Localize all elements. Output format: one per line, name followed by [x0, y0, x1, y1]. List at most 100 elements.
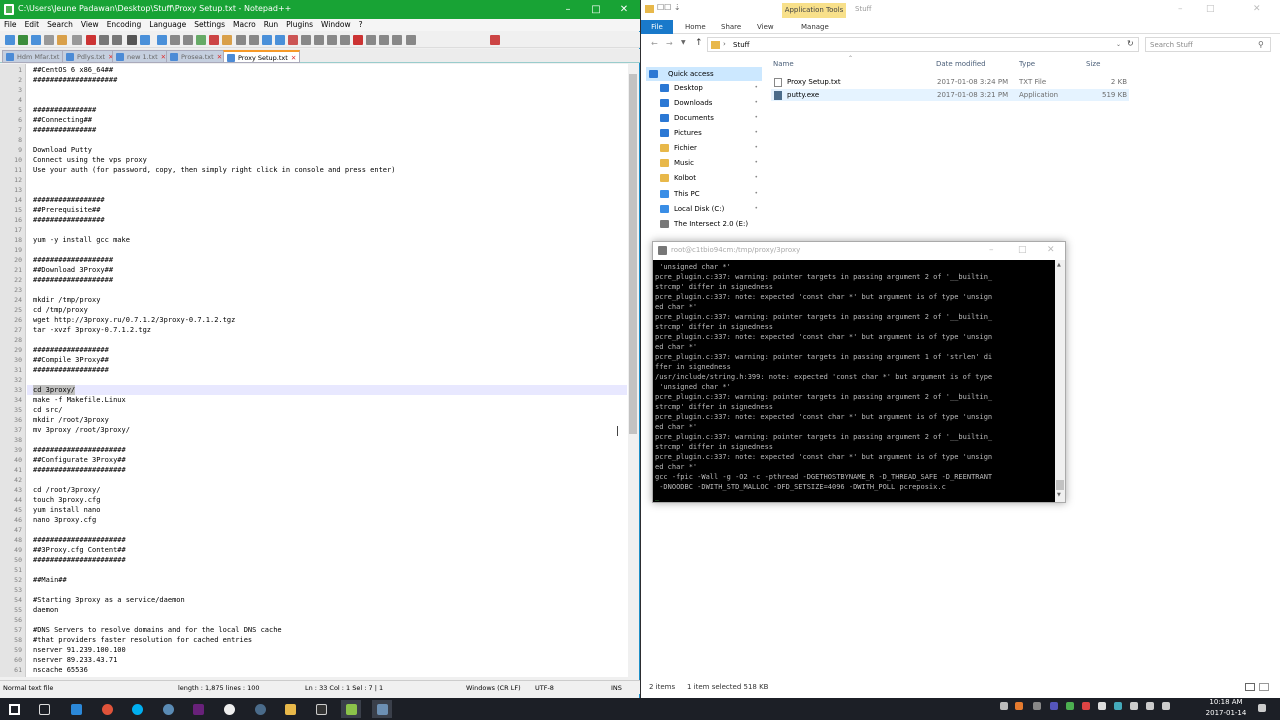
code-line[interactable]: mkdir /root/3proxy [33, 415, 109, 425]
code-line[interactable]: nserver 89.233.43.71 [33, 655, 117, 665]
menu-item[interactable]: Plugins [282, 19, 317, 29]
toolbar-button-icon[interactable] [340, 35, 350, 45]
code-line[interactable]: ############### [33, 105, 96, 115]
tiles-view-icon[interactable] [1259, 683, 1269, 691]
search-icon[interactable]: ⚲ [1258, 40, 1264, 49]
obs-icon[interactable] [219, 700, 239, 718]
back-arrow-icon[interactable]: ← [651, 39, 658, 48]
scroll-down-icon[interactable]: ▼ [1057, 492, 1061, 498]
notepadpp-taskbar-icon[interactable] [341, 700, 361, 718]
putty-scroll-thumb[interactable] [1056, 480, 1064, 490]
ribbon-tab-manage[interactable]: Manage [801, 23, 829, 31]
code-line[interactable]: cd 3proxy/ [33, 385, 76, 395]
toolbar-button-icon[interactable] [18, 35, 28, 45]
maximize-icon[interactable]: □ [582, 0, 610, 19]
menu-item[interactable]: View [77, 19, 103, 29]
toolbar-button-icon[interactable] [99, 35, 109, 45]
nav-item[interactable]: Documents • [646, 111, 762, 125]
network-icon[interactable] [1130, 702, 1138, 710]
nav-item[interactable]: Desktop • [646, 81, 762, 95]
recent-dropdown-icon[interactable]: ▼ [681, 39, 686, 46]
putty-taskbar-icon[interactable] [372, 700, 392, 718]
code-line[interactable]: Use your auth (for password, copy, then … [33, 165, 395, 175]
toolbar-button-icon[interactable] [379, 35, 389, 45]
mail-icon[interactable] [66, 700, 86, 718]
code-line[interactable]: #Starting 3proxy as a service/daemon [33, 595, 185, 605]
ribbon-tab-home[interactable]: Home [685, 23, 706, 31]
code-line[interactable]: cd /root/3proxy/ [33, 485, 100, 495]
toolbar-button-icon[interactable] [209, 35, 219, 45]
toolbar-button-icon[interactable] [236, 35, 246, 45]
tray-app-icon[interactable] [1082, 702, 1090, 710]
toolbar-button-icon[interactable] [288, 35, 298, 45]
code-line[interactable]: touch 3proxy.cfg [33, 495, 100, 505]
code-line[interactable]: ################## [33, 365, 109, 375]
code-line[interactable]: nano 3proxy.cfg [33, 515, 96, 525]
code-line[interactable]: ##Configurate 3Proxy## [33, 455, 126, 465]
ribbon-tab-view[interactable]: View [757, 23, 774, 31]
code-line[interactable]: ################### [33, 255, 113, 265]
code-line[interactable]: ################### [33, 275, 113, 285]
volume-icon[interactable] [1146, 702, 1154, 710]
file-explorer-icon[interactable] [280, 700, 300, 718]
toolbar-button-icon[interactable] [57, 35, 67, 45]
close-tab-icon[interactable]: ✕ [217, 53, 222, 61]
ime-icon[interactable] [1162, 702, 1170, 710]
nav-item[interactable]: Quick access [646, 67, 762, 81]
putty-window[interactable]: root@c1tbio94cm:/tmp/proxy/3proxy – □ ✕ … [652, 241, 1066, 503]
ribbon-tab-share[interactable]: Share [721, 23, 741, 31]
nav-item[interactable]: Music • [646, 156, 762, 170]
code-line[interactable]: cd /tmp/proxy [33, 305, 88, 315]
close-icon[interactable]: ✕ [1253, 4, 1261, 14]
nav-item[interactable]: Fichier • [646, 141, 762, 155]
code-line[interactable]: cd src/ [33, 405, 63, 415]
code-line[interactable]: ###################### [33, 445, 126, 455]
pin-icon[interactable]: • [754, 81, 758, 95]
nav-item[interactable]: Pictures • [646, 126, 762, 140]
code-line[interactable]: Download Putty [33, 145, 92, 155]
skype-icon[interactable] [127, 700, 147, 718]
menu-item[interactable]: ? [355, 19, 367, 29]
nav-item[interactable]: The Intersect 2.0 (E:) [646, 217, 762, 231]
code-line[interactable]: #DNS Servers to resolve domains and for … [33, 625, 282, 635]
file-tab[interactable]: Proxy Setup.txt ✕ [223, 50, 301, 63]
menu-item[interactable]: Language [145, 19, 190, 29]
pin-icon[interactable]: • [754, 126, 758, 140]
up-arrow-icon[interactable]: ↑ [695, 38, 703, 48]
menu-item[interactable]: File [0, 19, 21, 29]
menu-item[interactable]: Window [317, 19, 355, 29]
code-line[interactable]: #################### [33, 75, 117, 85]
refresh-icon[interactable]: ↻ [1127, 39, 1134, 48]
pin-icon[interactable]: • [754, 96, 758, 110]
putty-terminal[interactable]: 'unsigned char *' pcre_plugin.c:337: warn… [653, 260, 1055, 502]
nav-item[interactable]: This PC • [646, 187, 762, 201]
context-tab-application-tools[interactable]: Application Tools [782, 3, 846, 18]
code-line[interactable]: tar -xvzf 3proxy-0.7.1.2.tgz [33, 325, 151, 335]
tray-app-icon[interactable] [1098, 702, 1106, 710]
code-line[interactable]: nscache 65536 [33, 665, 88, 675]
code-line[interactable]: ################## [33, 345, 109, 355]
code-line[interactable]: ##3Proxy.cfg Content## [33, 545, 126, 555]
task-view-icon[interactable] [34, 700, 54, 718]
code-line[interactable]: ################# [33, 215, 105, 225]
code-line[interactable]: ##Main## [33, 575, 67, 585]
close-tab-icon[interactable]: ✕ [291, 54, 296, 62]
toolbar-button-icon[interactable] [127, 35, 137, 45]
pin-icon[interactable]: • [754, 171, 758, 185]
toolbar-button-icon[interactable] [301, 35, 311, 45]
column-header-name[interactable]: Name [773, 60, 794, 68]
code-line[interactable]: yum -y install gcc make [33, 235, 130, 245]
address-bar[interactable]: › Stuff ⌄ [707, 37, 1139, 52]
pin-icon[interactable]: • [754, 156, 758, 170]
tray-app-icon[interactable] [1050, 702, 1058, 710]
file-tab[interactable]: Prosea.txt ✕ [166, 50, 227, 63]
code-line[interactable]: Connect using the vps proxy [33, 155, 147, 165]
menu-item[interactable]: Edit [21, 19, 44, 29]
toolbar-button-icon[interactable] [5, 35, 15, 45]
tray-up-icon[interactable] [1000, 702, 1008, 710]
code-line[interactable]: #that providers faster resolution for ca… [33, 635, 252, 645]
column-header-date[interactable]: Date modified [936, 60, 986, 68]
toolbar-button-icon[interactable] [262, 35, 272, 45]
pin-icon[interactable]: • [754, 141, 758, 155]
chrome-icon[interactable] [97, 700, 117, 718]
